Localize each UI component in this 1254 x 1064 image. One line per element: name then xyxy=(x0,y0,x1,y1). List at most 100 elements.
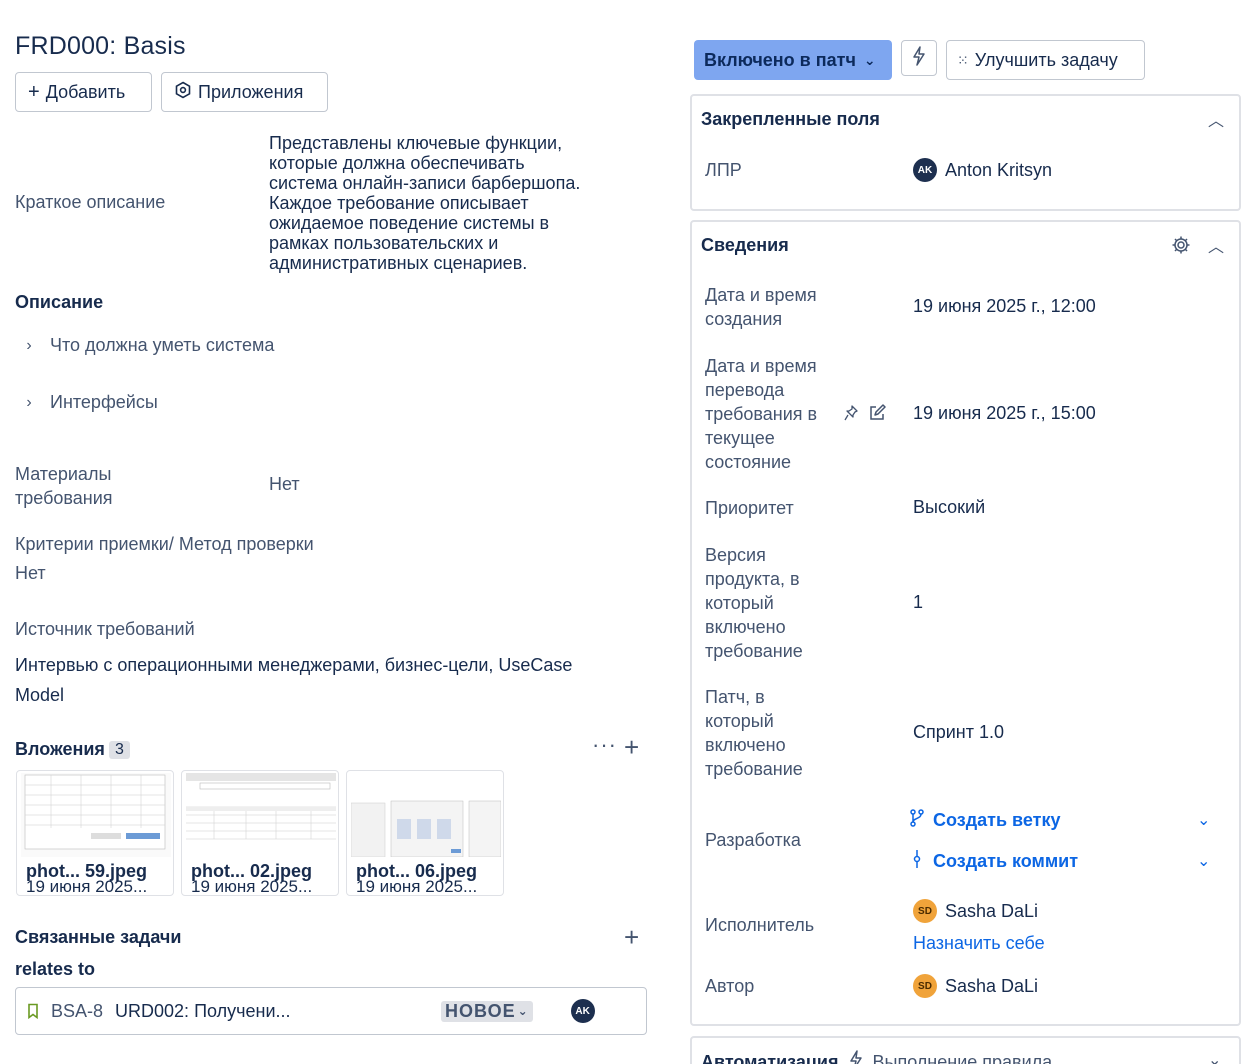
add-attachment-icon[interactable]: + xyxy=(624,734,639,760)
lpr-value: Anton Kritsyn xyxy=(945,159,1053,180)
materials-label-line: требования xyxy=(15,488,113,508)
pinned-fields-title[interactable]: Закрепленные поля xyxy=(701,109,880,130)
source-value-line: Интервью с операционными менеджерами, би… xyxy=(15,655,573,675)
avatar: AK xyxy=(913,158,937,182)
version-label-line: продукта, в xyxy=(705,569,800,589)
avatar: SD xyxy=(913,899,937,923)
create-commit-link[interactable]: Создать коммит xyxy=(909,849,1078,874)
created-label-line: Дата и время xyxy=(705,285,817,305)
materials-label-line: Материалы xyxy=(15,464,112,484)
apps-hexagon-icon xyxy=(174,81,192,104)
transition-label-line: требования в xyxy=(705,404,818,424)
status-transition-button[interactable]: Включено в патч ⌄ xyxy=(694,40,892,80)
created-value: 19 июня 2025 г., 12:00 xyxy=(913,296,1096,316)
attachment-card[interactable]: phot... 59.jpeg 19 июня 2025... xyxy=(16,770,174,896)
version-label: Версия продукта, в который включено треб… xyxy=(705,543,803,663)
attachment-preview-image xyxy=(186,773,336,857)
source-value-line: Model xyxy=(15,685,65,705)
chevron-down-icon: ⌄ xyxy=(863,51,876,68)
expander-label: Что должна уметь система xyxy=(50,335,275,355)
improve-button-label: Улучшить задачу xyxy=(974,49,1118,70)
linked-issues-heading: Связанные задачи xyxy=(15,927,182,947)
status-label: НОВОЕ xyxy=(445,1000,516,1021)
chevron-right-icon: › xyxy=(26,393,32,411)
avatar[interactable]: AK xyxy=(570,999,595,1023)
chevron-down-icon[interactable]: ⌄ xyxy=(1197,810,1210,830)
transition-label-line: перевода xyxy=(705,380,785,400)
version-label-line: Версия xyxy=(705,545,766,565)
patch-label: Патч, в который включено требование xyxy=(705,685,803,781)
attachments-count-badge: 3 xyxy=(108,740,130,759)
materials-label: Материалы требования xyxy=(15,462,113,510)
assignee-field[interactable]: SD Sasha DaLi xyxy=(913,899,1038,923)
transition-value: 19 июня 2025 г., 15:00 xyxy=(913,403,1096,423)
assign-to-me-link[interactable]: Назначить себе xyxy=(913,933,1045,954)
patch-label-line: который xyxy=(705,711,774,731)
add-linked-issue-icon[interactable]: + xyxy=(624,924,639,950)
chevron-down-icon[interactable]: ⌄ xyxy=(1197,851,1210,871)
attachments-heading-label: Вложения xyxy=(15,739,105,759)
patch-value[interactable]: Спринт 1.0 xyxy=(913,722,1004,743)
transition-label-line: текущее xyxy=(705,428,775,448)
description-heading: Описание xyxy=(15,292,104,312)
linked-issue-row[interactable]: BSA-8 URD002: Получени... НОВОЕ ⌄ AK xyxy=(15,987,647,1035)
patch-label-line: включено xyxy=(705,735,786,755)
automation-trigger-button[interactable] xyxy=(901,40,937,76)
attachment-card[interactable]: phot... 06.jpeg 19 июня 2025... xyxy=(346,770,504,896)
priority-label: Приоритет xyxy=(705,498,794,518)
created-label-line: создания xyxy=(705,309,783,329)
lightning-icon xyxy=(912,45,926,71)
expander-interfaces[interactable]: › Интерфейсы xyxy=(20,392,157,413)
source-value[interactable]: Интервью с операционными менеджерами, би… xyxy=(15,650,572,710)
expander-system-capabilities[interactable]: › Что должна уметь система xyxy=(20,335,274,356)
priority-value[interactable]: Высокий xyxy=(913,497,985,518)
automation-title: Автоматизация xyxy=(701,1052,839,1064)
short-description-line: Представлены ключевые функции, xyxy=(269,133,563,153)
linked-issue-status-dropdown[interactable]: НОВОЕ ⌄ xyxy=(441,1000,533,1022)
chevron-down-icon: ⌄ xyxy=(517,1004,529,1018)
linked-issue-summary[interactable]: URD002: Получени... xyxy=(115,1001,437,1022)
transition-label: Дата и время перевода требования в текущ… xyxy=(705,354,817,474)
transition-label-line: состояние xyxy=(705,452,792,472)
acceptance-label: Критерии приемки/ Метод проверки xyxy=(15,534,314,554)
short-description-line: административных сценариев. xyxy=(269,253,528,273)
short-description-line: система онлайн-записи барбершопа. xyxy=(269,173,581,193)
version-value[interactable]: 1 xyxy=(913,592,923,613)
edit-icon[interactable] xyxy=(868,404,886,427)
acceptance-value[interactable]: Нет xyxy=(15,563,46,584)
lpr-field[interactable]: AK Anton Kritsyn xyxy=(913,158,1052,182)
details-title[interactable]: Сведения xyxy=(701,235,789,256)
transition-label-line: Дата и время xyxy=(705,356,817,376)
short-description-value[interactable]: Представлены ключевые функции, которые д… xyxy=(269,133,649,273)
issue-title[interactable]: FRD000: Basis xyxy=(15,32,186,61)
more-actions-icon[interactable]: ··· xyxy=(592,734,617,756)
version-label-line: который xyxy=(705,593,774,613)
chevron-up-icon[interactable]: ︿ xyxy=(1208,107,1224,131)
attachment-date: 19 июня 2025... xyxy=(26,877,148,896)
automation-header[interactable]: Автоматизация Выполнение правила xyxy=(701,1050,1052,1064)
improve-issue-button[interactable]: ⁙ Улучшить задачу xyxy=(946,40,1145,80)
automation-rule-text: Выполнение правила xyxy=(872,1052,1053,1064)
attachment-preview-image xyxy=(350,773,502,858)
chevron-up-icon[interactable]: ︿ xyxy=(1208,233,1224,257)
short-description-label: Краткое описание xyxy=(15,192,166,212)
patch-label-line: Патч, в xyxy=(705,687,765,707)
apps-button-label: Приложения xyxy=(198,81,304,102)
status-button-label: Включено в патч xyxy=(704,49,856,70)
attachment-card[interactable]: phot... 02.jpeg 19 июня 2025... xyxy=(181,770,339,896)
gear-icon[interactable] xyxy=(1171,235,1191,260)
apps-button[interactable]: Приложения xyxy=(161,72,328,112)
attachment-preview-image xyxy=(21,773,171,857)
create-branch-link[interactable]: Создать ветку xyxy=(909,808,1060,833)
lpr-label: ЛПР xyxy=(705,160,742,180)
add-button[interactable]: + Добавить xyxy=(15,72,152,112)
pin-icon[interactable] xyxy=(844,405,858,426)
created-label: Дата и время создания xyxy=(705,283,817,331)
chevron-down-icon[interactable]: ⌄ xyxy=(1208,1050,1221,1064)
linked-issue-key[interactable]: BSA-8 xyxy=(51,1001,103,1022)
plus-icon: + xyxy=(28,81,40,103)
author-field[interactable]: SD Sasha DaLi xyxy=(913,974,1038,998)
patch-label-line: требование xyxy=(705,759,803,779)
attachment-date: 19 июня 2025... xyxy=(191,877,313,896)
materials-value[interactable]: Нет xyxy=(269,474,300,495)
